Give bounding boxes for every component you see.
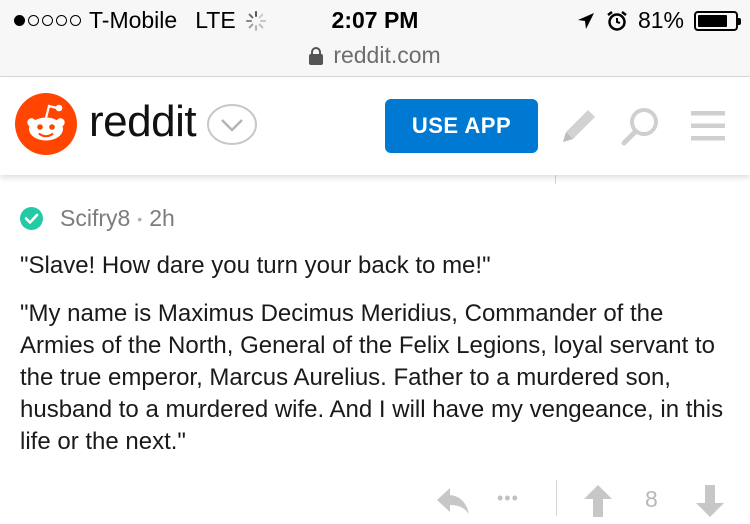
- pencil-icon[interactable]: [558, 105, 600, 147]
- battery-percent: 81%: [637, 7, 684, 33]
- alarm-icon: [607, 10, 627, 31]
- comment-score: 8: [645, 486, 658, 512]
- site-header: reddit USE APP: [0, 77, 750, 175]
- reddit-snoo-icon[interactable]: [15, 93, 77, 155]
- comment-author[interactable]: Scifry8: [60, 205, 130, 232]
- battery-icon: [694, 10, 741, 31]
- status-right: 81%: [576, 7, 741, 34]
- comment-paragraph: "Slave! How dare you turn your back to m…: [20, 252, 491, 279]
- reddit-wordmark[interactable]: reddit: [89, 97, 197, 147]
- upvote-icon[interactable]: [583, 484, 613, 518]
- lock-icon: [309, 46, 324, 65]
- comment-meta: Scifry8 • 2h: [20, 205, 730, 232]
- check-badge-icon: [20, 207, 43, 230]
- reply-icon[interactable]: [436, 486, 470, 516]
- more-icon[interactable]: •••: [497, 488, 519, 509]
- search-icon[interactable]: [620, 105, 662, 147]
- status-bar: T-Mobile LTE 2:07 PM 81%: [0, 0, 750, 40]
- menu-icon[interactable]: [689, 105, 727, 147]
- comment-paragraph: "My name is Maximus Decimus Meridius, Co…: [20, 300, 724, 455]
- location-arrow-icon: [577, 12, 594, 29]
- chevron-down-icon[interactable]: [205, 103, 259, 146]
- comment-actions: ••• 8: [0, 480, 750, 524]
- downvote-icon[interactable]: [695, 484, 725, 518]
- comment-age: 2h: [149, 205, 175, 231]
- address-bar[interactable]: reddit.com: [0, 40, 750, 77]
- meta-separator: •: [137, 210, 143, 227]
- use-app-button[interactable]: USE APP: [385, 99, 538, 153]
- url-text: reddit.com: [333, 42, 441, 68]
- previous-actions-strip: [0, 175, 750, 185]
